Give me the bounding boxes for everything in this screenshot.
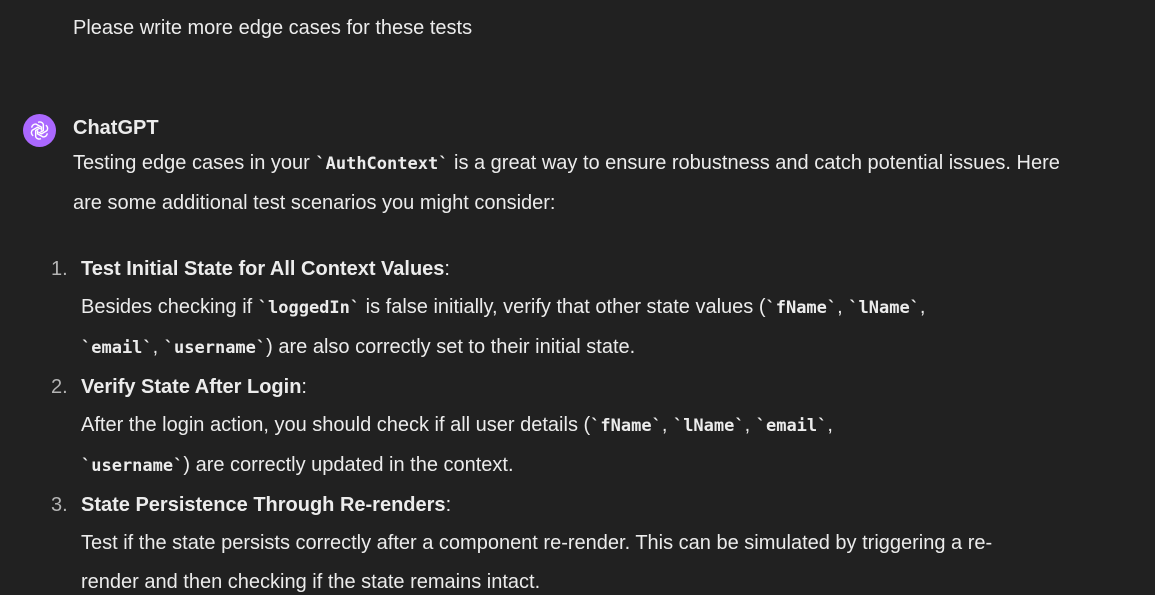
body-text: Besides checking if: [81, 296, 258, 318]
list-item-title: Verify State After Login:: [81, 368, 1155, 406]
body-text: is false initially, verify that other st…: [360, 296, 766, 318]
title-colon: :: [301, 376, 307, 398]
openai-logo-icon: [30, 121, 49, 140]
title-colon: :: [445, 494, 452, 516]
list-item-body: Besides checking if `loggedIn` is false …: [81, 288, 1041, 368]
item-title-bold: Test Initial State for All Context Value…: [81, 258, 445, 280]
list-item: 1. Test Initial State for All Context Va…: [0, 250, 1155, 368]
separator: ,: [837, 296, 849, 318]
separator: ,: [152, 336, 164, 358]
list-item-title: State Persistence Through Re-renders:: [81, 486, 1155, 524]
list-item-title: Test Initial State for All Context Value…: [81, 250, 1155, 288]
list-number: 2.: [51, 376, 68, 398]
inline-code: `fName`: [765, 298, 838, 318]
intro-text-pre: Testing edge cases in your: [73, 152, 316, 174]
body-text: ) are correctly updated in the context.: [183, 454, 514, 476]
item-title-bold: State Persistence Through Re-renders: [81, 494, 446, 516]
edge-case-list: 1. Test Initial State for All Context Va…: [0, 250, 1155, 595]
body-text: ) are also correctly set to their initia…: [266, 336, 636, 358]
inline-code: `lName`: [672, 416, 745, 436]
body-text: Test if the state persists correctly aft…: [81, 532, 993, 593]
separator: ,: [744, 414, 756, 436]
inline-code: `lName`: [848, 298, 920, 318]
list-number: 3.: [51, 494, 68, 516]
assistant-intro: Testing edge cases in your `AuthContext`…: [73, 144, 1073, 223]
list-number: 1.: [51, 258, 68, 280]
user-message: Please write more edge cases for these t…: [73, 17, 473, 39]
item-title-bold: Verify State After Login: [81, 376, 302, 398]
assistant-name: ChatGPT: [73, 117, 159, 139]
title-colon: :: [444, 258, 450, 280]
inline-code: `loggedIn`: [257, 298, 361, 318]
body-text: After the login action, you should check…: [81, 414, 591, 436]
inline-code: `AuthContext`: [315, 154, 449, 174]
separator: ,: [919, 296, 926, 318]
inline-code: `username`: [81, 456, 184, 476]
inline-code: `username`: [163, 338, 267, 358]
list-item-body: After the login action, you should check…: [81, 406, 1041, 486]
separator: ,: [661, 414, 673, 436]
list-item: 3. State Persistence Through Re-renders:…: [0, 486, 1155, 595]
list-item-body: Test if the state persists correctly aft…: [81, 524, 1041, 595]
list-item: 2. Verify State After Login: After the l…: [0, 368, 1155, 486]
inline-code: `fName`: [590, 416, 662, 436]
inline-code: `email`: [81, 338, 153, 358]
assistant-avatar: [23, 114, 56, 147]
inline-code: `email`: [755, 416, 828, 436]
separator: ,: [827, 414, 833, 436]
